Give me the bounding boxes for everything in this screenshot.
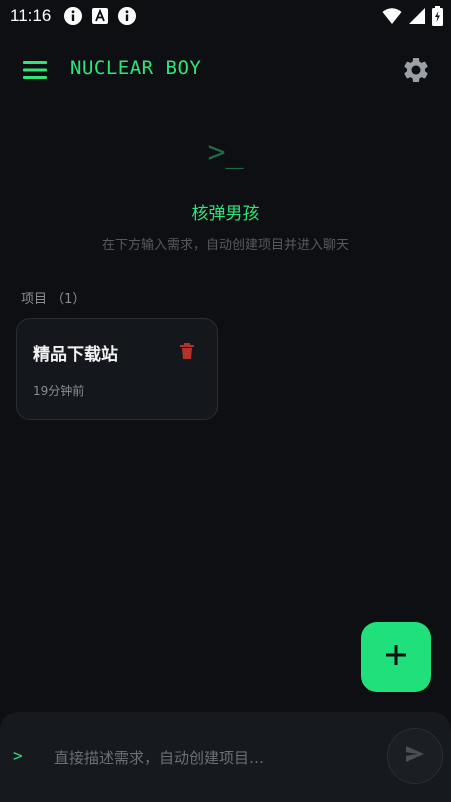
- hero-prompt-symbol: >_: [207, 135, 244, 170]
- info-icon: [63, 6, 83, 26]
- status-bar: 11:16: [0, 0, 451, 32]
- project-card[interactable]: 精品下载站 19分钟前: [16, 318, 218, 420]
- status-time: 11:16: [10, 6, 52, 25]
- chat-input-bar: >: [0, 712, 451, 802]
- hero-title: 核弹男孩: [191, 204, 260, 224]
- status-system-icons: [382, 6, 443, 26]
- input-prompt-symbol: >: [13, 746, 23, 765]
- send-icon: [405, 745, 425, 767]
- plus-icon: [385, 644, 407, 670]
- projects-section-label: 项目 （1）: [21, 292, 86, 307]
- wifi-icon: [382, 7, 402, 25]
- hero-subtitle: 在下方输入需求，自动创建项目并进入聊天: [101, 238, 349, 253]
- signal-icon: [408, 7, 426, 25]
- menu-icon[interactable]: [22, 58, 48, 82]
- send-button[interactable]: [387, 728, 443, 784]
- app-title: NUCLEAR BOY: [70, 57, 202, 79]
- font-icon: [91, 7, 109, 25]
- project-name: 精品下载站: [33, 345, 118, 365]
- battery-icon: [432, 6, 443, 26]
- trash-icon[interactable]: [179, 342, 195, 360]
- add-project-button[interactable]: [361, 622, 431, 692]
- gear-icon[interactable]: [401, 55, 431, 85]
- status-notifications: [63, 6, 137, 26]
- requirement-input[interactable]: [52, 742, 356, 774]
- app-bar: NUCLEAR BOY: [0, 44, 451, 96]
- project-timestamp: 19分钟前: [33, 384, 85, 398]
- info-icon: [117, 6, 137, 26]
